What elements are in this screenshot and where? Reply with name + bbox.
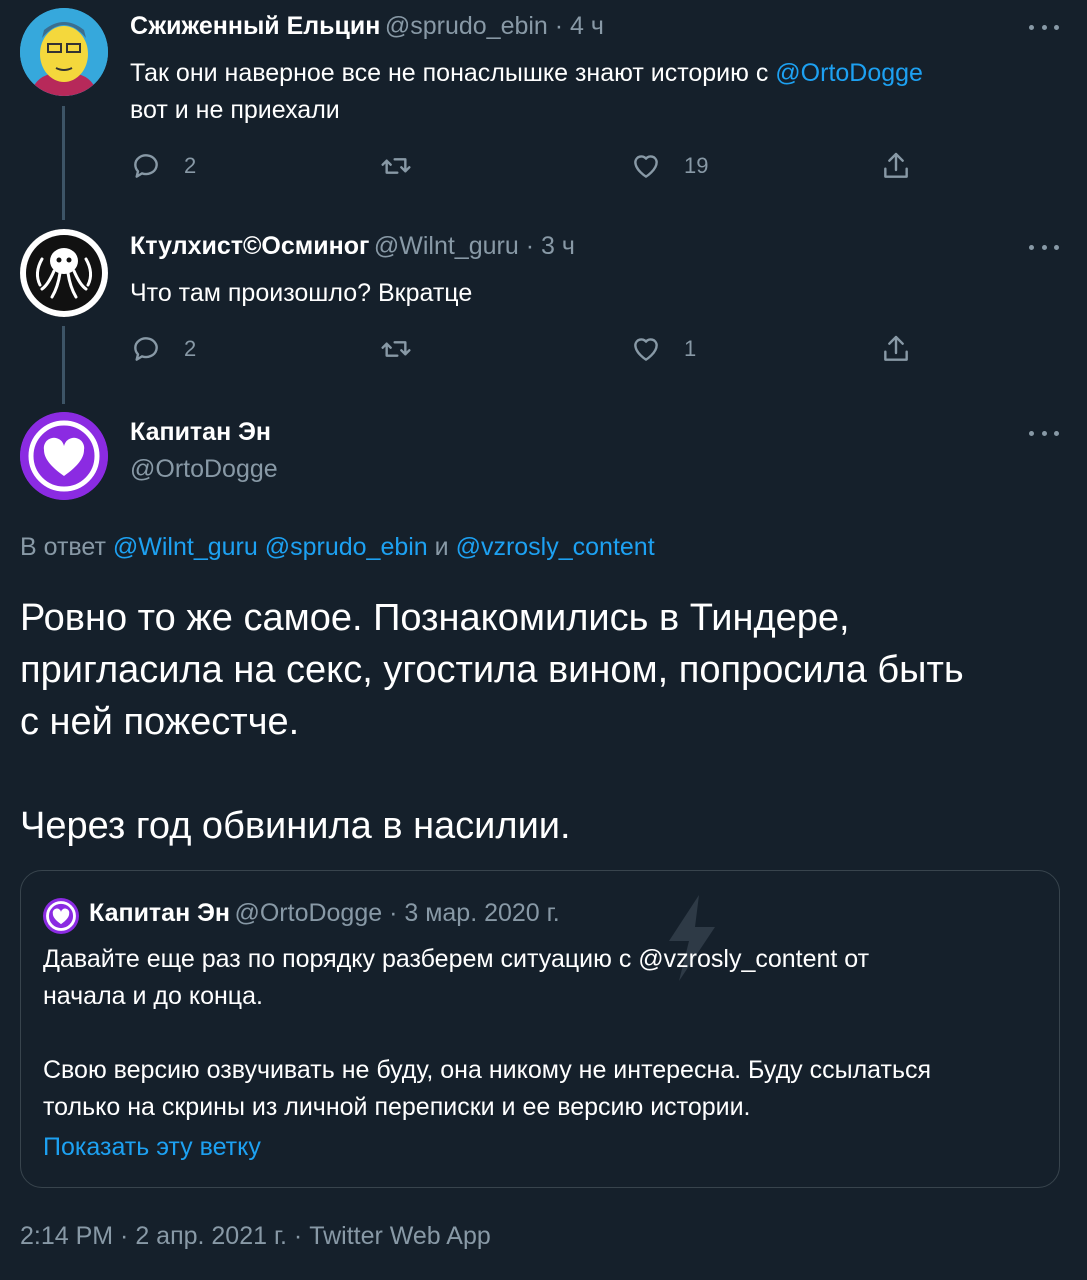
tweet-text: Что там произошло? Вкратце: [130, 279, 473, 307]
reply-mention-link[interactable]: @vzrosly_content: [456, 533, 655, 561]
retweet-icon: [381, 341, 411, 357]
share-icon: [884, 335, 908, 361]
tweet-text: Так они наверное все не понаслышке знают…: [130, 59, 923, 124]
retweet-icon: [381, 158, 411, 174]
author-name[interactable]: Капитан Эн: [130, 418, 271, 447]
retweet-button[interactable]: [380, 333, 412, 365]
thread-connector: [62, 106, 65, 220]
more-options-icon[interactable]: [1029, 20, 1059, 34]
cthulhu-avatar-icon: [20, 229, 108, 317]
heart-logo-avatar-icon: [46, 901, 76, 931]
avatar: [43, 898, 79, 934]
reply-context: В ответ @Wilnt_guru @sprudo_ebin и @vzro…: [20, 533, 655, 561]
like-count: 1: [684, 336, 697, 361]
main-tweet-text: Ровно то же самое. Познакомились в Тинде…: [20, 597, 964, 743]
author-handle-time[interactable]: @Wilnt_guru · 3 ч: [374, 232, 575, 260]
quoted-header: Капитан Эн @OrtoDogge · 3 мар. 2020 г.: [89, 899, 560, 928]
author-handle-time[interactable]: @sprudo_ebin · 4 ч: [385, 12, 604, 40]
author-handle[interactable]: @OrtoDogge: [130, 455, 278, 484]
mention-link[interactable]: @OrtoDogge: [775, 59, 923, 87]
avatar[interactable]: [20, 8, 108, 96]
avatar[interactable]: [20, 229, 108, 317]
retweet-button[interactable]: [380, 150, 412, 182]
reply-count: 2: [184, 153, 197, 178]
reply-count: 2: [184, 336, 197, 361]
reply-icon: [134, 337, 158, 361]
tweet-header: Ктулхист©Осминог @Wilnt_guru · 3 ч: [130, 232, 575, 261]
like-count: 19: [684, 153, 709, 178]
reply-button[interactable]: 2: [130, 333, 196, 365]
more-options-icon[interactable]: [1029, 240, 1059, 254]
share-button[interactable]: [880, 150, 912, 182]
thread-connector: [62, 326, 65, 404]
heart-icon: [634, 338, 658, 361]
main-tweet-text-second-paragraph: Через год обвинила в насилии.: [20, 805, 571, 847]
like-button[interactable]: 1: [630, 333, 696, 365]
quoted-tweet[interactable]: Капитан Эн @OrtoDogge · 3 мар. 2020 г. Д…: [20, 870, 1060, 1188]
quoted-author-name: Капитан Эн: [89, 899, 231, 927]
share-icon: [884, 152, 908, 178]
reply-icon: [134, 154, 158, 178]
share-button[interactable]: [880, 333, 912, 365]
author-name[interactable]: Сжиженный Ельцин: [130, 12, 380, 40]
reply-mentions-link[interactable]: @Wilnt_guru @sprudo_ebin: [113, 533, 428, 561]
reply-button[interactable]: 2: [130, 150, 196, 182]
author-name[interactable]: Ктулхист©Осминог: [130, 232, 369, 260]
user-avatar-icon: [20, 8, 108, 96]
heart-logo-avatar-icon: [20, 412, 108, 500]
like-button[interactable]: 19: [630, 150, 708, 182]
avatar[interactable]: [20, 412, 108, 500]
heart-icon: [634, 155, 658, 178]
more-options-icon[interactable]: [1029, 426, 1059, 440]
quoted-text: Давайте еще раз по порядку разберем ситу…: [43, 945, 932, 1121]
quoted-handle-time: @OrtoDogge · 3 мар. 2020 г.: [234, 899, 560, 927]
show-thread-link[interactable]: Показать эту ветку: [43, 1133, 261, 1162]
tweet-header: Сжиженный Ельцин @sprudo_ebin · 4 ч: [130, 12, 604, 41]
tweet-timestamp[interactable]: 2:14 PM · 2 апр. 2021 г. · Twitter Web A…: [20, 1222, 491, 1251]
